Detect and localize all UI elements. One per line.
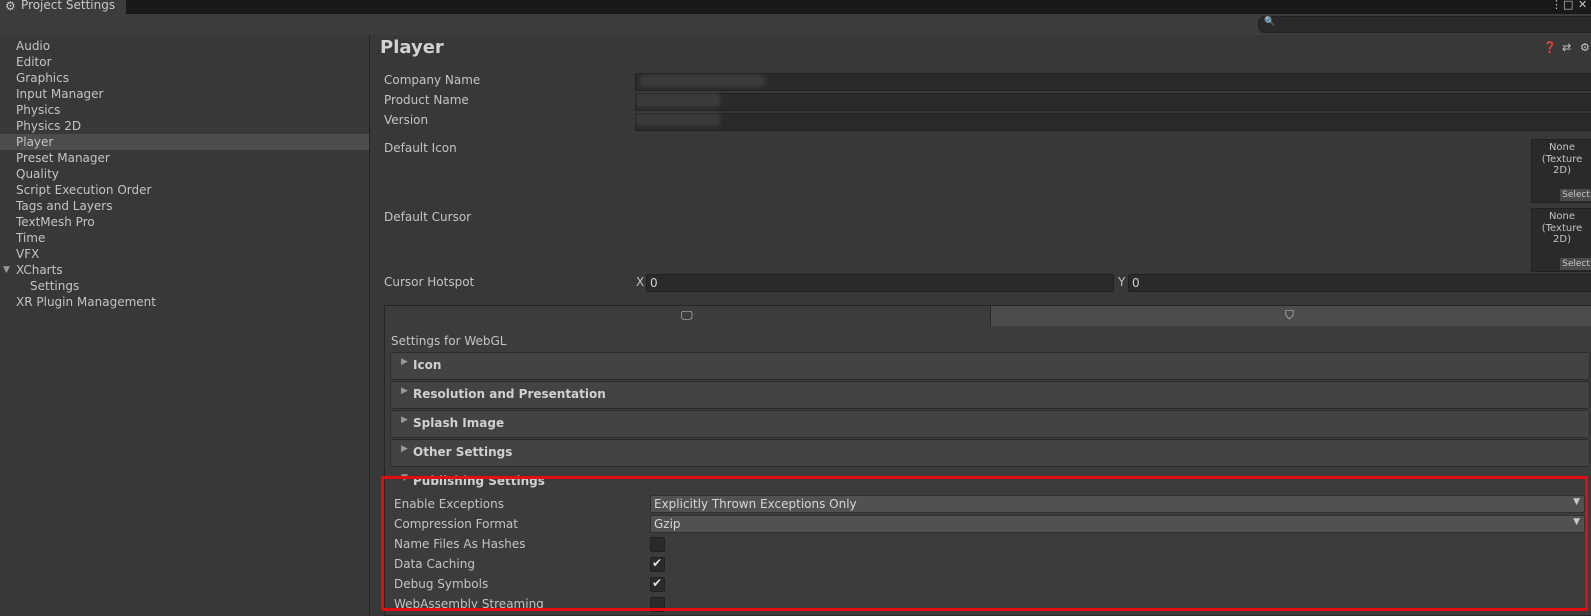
sidebar-item-editor[interactable]: Editor [0, 54, 369, 70]
default-icon-label: Default Icon [384, 141, 457, 155]
collapsed-arrow-icon: ▶ [401, 357, 408, 367]
sidebar-item-player[interactable]: Player [0, 134, 369, 150]
sidebar-item-vfx[interactable]: VFX [0, 246, 369, 262]
more-options-icon[interactable]: ⋮ [1551, 0, 1562, 11]
version-field[interactable] [635, 113, 1591, 131]
search-icon: 🔍 [1264, 17, 1276, 27]
highlight-box [381, 476, 1588, 611]
sidebar-item-quality[interactable]: Quality [0, 166, 369, 182]
sidebar-item-time[interactable]: Time [0, 230, 369, 246]
preset-icon[interactable]: ⇄ [1562, 41, 1571, 54]
sidebar-item-textmesh-pro[interactable]: TextMesh Pro [0, 214, 369, 230]
default-cursor-texture-slot[interactable]: None (Texture 2D) Select [1531, 208, 1591, 272]
expand-arrow-icon[interactable]: ▼ [3, 262, 10, 278]
settings-icon[interactable]: ⚙ [1580, 41, 1590, 54]
company-name-label: Company Name [384, 73, 481, 87]
redacted-text [636, 93, 720, 107]
product-name-field[interactable] [635, 93, 1591, 111]
search-input[interactable]: 🔍 [1258, 16, 1591, 33]
hotspot-x-field[interactable]: 0 [646, 274, 1114, 292]
window-title: Project Settings [21, 0, 116, 12]
html5-icon: ⛉ [1285, 308, 1295, 322]
gear-icon: ⚙ [5, 0, 16, 13]
sidebar-item-xr-plugin-management[interactable]: XR Plugin Management [0, 294, 369, 310]
cursor-hotspot-label: Cursor Hotspot [384, 275, 475, 289]
tab-webgl[interactable]: ⛉ [990, 305, 1591, 327]
platform-tabs: 🖵 ⛉ [384, 305, 1591, 327]
sidebar-item-xcharts[interactable]: ▼ XCharts [0, 262, 369, 278]
sidebar-item-preset-manager[interactable]: Preset Manager [0, 150, 369, 166]
title-bar [0, 0, 1591, 14]
x-label: X [636, 275, 645, 289]
sidebar-item-script-execution-order[interactable]: Script Execution Order [0, 182, 369, 198]
version-label: Version [384, 113, 429, 127]
sidebar-item-xcharts-settings[interactable]: Settings [0, 278, 369, 294]
hotspot-y-field[interactable]: 0 [1128, 274, 1591, 292]
section-splash-image[interactable]: ▶ Splash Image [390, 410, 1590, 438]
company-name-field[interactable] [635, 73, 1591, 91]
section-resolution-and-presentation[interactable]: ▶ Resolution and Presentation [390, 381, 1590, 409]
settings-sidebar: Audio Editor Graphics Input Manager Phys… [0, 35, 370, 615]
y-label: Y [1118, 275, 1126, 289]
collapsed-arrow-icon: ▶ [401, 415, 408, 425]
help-icon[interactable]: ❓ [1543, 41, 1557, 54]
page-title: Player [380, 37, 444, 58]
platform-settings-title: Settings for WebGL [391, 334, 507, 348]
sidebar-item-input-manager[interactable]: Input Manager [0, 86, 369, 102]
select-button[interactable]: Select [1560, 189, 1591, 201]
sidebar-item-physics-2d[interactable]: Physics 2D [0, 118, 369, 134]
section-icon[interactable]: ▶ Icon [390, 352, 1590, 380]
default-cursor-label: Default Cursor [384, 210, 472, 224]
window-tab[interactable]: ⚙ Project Settings [0, 0, 126, 14]
close-icon[interactable]: ✕ [1578, 0, 1587, 11]
monitor-icon: 🖵 [681, 308, 693, 322]
tab-standalone[interactable]: 🖵 [384, 305, 991, 327]
redacted-text [636, 113, 720, 126]
sidebar-item-tags-and-layers[interactable]: Tags and Layers [0, 198, 369, 214]
sidebar-item-audio[interactable]: Audio [0, 38, 369, 54]
select-button[interactable]: Select [1560, 258, 1591, 270]
section-other-settings[interactable]: ▶ Other Settings [390, 439, 1590, 467]
collapsed-arrow-icon: ▶ [401, 444, 408, 454]
maximize-icon[interactable]: □ [1563, 0, 1573, 11]
redacted-text [640, 75, 765, 87]
product-name-label: Product Name [384, 93, 469, 107]
sidebar-item-graphics[interactable]: Graphics [0, 70, 369, 86]
default-icon-texture-slot[interactable]: None (Texture 2D) Select [1531, 139, 1591, 203]
collapsed-arrow-icon: ▶ [401, 386, 408, 396]
sidebar-item-physics[interactable]: Physics [0, 102, 369, 118]
